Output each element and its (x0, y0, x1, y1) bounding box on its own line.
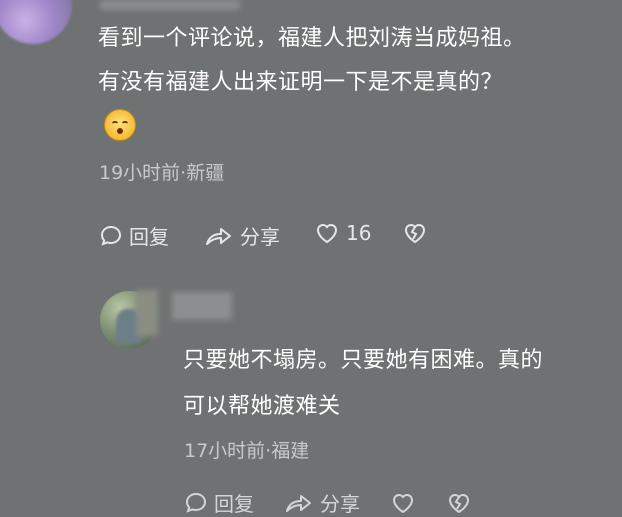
reply-actions-partial: 回复 分享 (184, 488, 472, 517)
broken-heart-icon (448, 493, 470, 513)
heart-icon (316, 224, 338, 244)
replier-avatar-overlay-blurred (136, 290, 158, 336)
commenter-name-blurred (100, 0, 240, 10)
reply-share-label: 分享 (320, 492, 360, 516)
comment-text-line-2: 有没有福建人出来证明一下是不是真的？ (98, 70, 504, 95)
share-button[interactable]: 分享 (204, 221, 280, 250)
like-count: 16 (346, 221, 372, 245)
share-arrow-icon (206, 227, 231, 245)
reply-reply-button[interactable]: 回复 (184, 488, 254, 517)
reply-button[interactable]: 回复 (99, 221, 169, 250)
commenter-avatar[interactable] (0, 0, 72, 44)
reply-share-button[interactable]: 分享 (284, 488, 360, 517)
reply-like-button[interactable] (390, 488, 416, 517)
reply-bubble-icon (100, 225, 122, 246)
reply-bubble-icon (185, 492, 207, 513)
comment-text-line-1: 看到一个评论说，福建人把刘涛当成妈祖。 (98, 26, 526, 51)
replier-name-blurred (172, 292, 232, 320)
reply-reply-label: 回复 (214, 492, 254, 516)
share-label: 分享 (240, 225, 280, 249)
reply-text-line-2: 可以帮她渡难关 (183, 394, 341, 419)
reply-text-line-1: 只要她不塌房。只要她有困难。真的 (183, 348, 544, 373)
like-button[interactable]: 16 (314, 221, 371, 245)
reply-label: 回复 (129, 225, 169, 249)
dislike-button[interactable] (402, 221, 428, 245)
share-arrow-icon (286, 494, 311, 512)
broken-heart-icon (404, 224, 426, 244)
face-blowing-kiss-icon (104, 109, 136, 141)
reply-dislike-button[interactable] (446, 488, 472, 517)
reply-meta: 17小时前·福建 (184, 440, 310, 462)
comment-meta: 19小时前·新疆 (99, 162, 225, 184)
heart-icon (392, 493, 414, 513)
